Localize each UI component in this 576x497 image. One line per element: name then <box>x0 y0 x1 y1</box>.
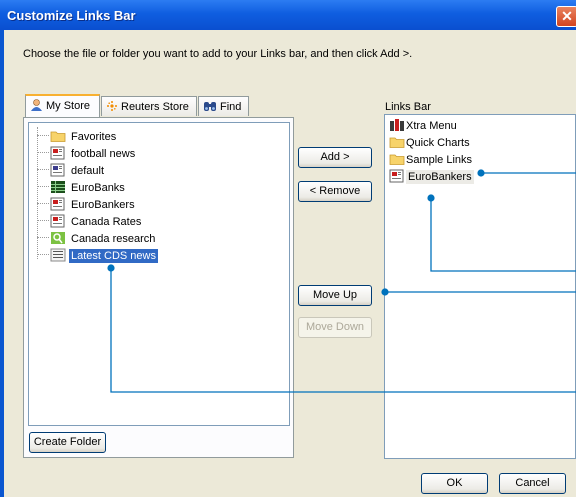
tree-item-default[interactable]: default <box>37 163 106 180</box>
person-icon <box>30 99 43 114</box>
news-icon <box>50 163 66 177</box>
tab-reuters-store[interactable]: Reuters Store <box>101 96 197 116</box>
tree-item-label: default <box>71 165 105 177</box>
tab-my-store[interactable]: My Store <box>25 94 100 117</box>
tree-item-football-news[interactable]: football news <box>37 146 137 163</box>
links-item-sample-links[interactable]: Sample Links <box>389 152 472 169</box>
window-title: Customize Links Bar <box>7 8 136 23</box>
dialog-body: Choose the file or folder you want to ad… <box>4 30 576 497</box>
links-item-eurobankers[interactable]: EuroBankers <box>389 169 474 186</box>
customize-links-bar-dialog: Customize Links Bar ✕ Choose the file or… <box>0 0 576 497</box>
news-icon <box>50 146 66 160</box>
tree-item-eurobanks[interactable]: EuroBanks <box>37 180 127 197</box>
create-folder-button[interactable]: Create Folder <box>29 432 106 453</box>
links-item-quick-charts[interactable]: Quick Charts <box>389 135 470 152</box>
tree-item-label: EuroBanks <box>71 182 125 194</box>
menu-icon <box>389 118 405 132</box>
tree-item-label: EuroBankers <box>71 199 135 211</box>
news-icon <box>50 214 66 228</box>
folder-icon <box>389 135 405 149</box>
links-bar-list[interactable]: Xtra Menu Quick Charts Sample Links Euro… <box>384 114 576 459</box>
tree-item-latest-cds-news[interactable]: Latest CDS news <box>37 248 158 265</box>
title-bar: Customize Links Bar ✕ <box>0 0 576 30</box>
research-icon <box>50 231 66 245</box>
links-item-label: EuroBankers <box>406 170 474 184</box>
tree-item-eurobankers[interactable]: EuroBankers <box>37 197 137 214</box>
news-icon <box>50 197 66 211</box>
folder-icon <box>50 129 66 143</box>
ok-button[interactable]: OK <box>421 473 488 494</box>
links-item-label: Sample Links <box>406 154 473 166</box>
links-item-label: Xtra Menu <box>406 120 457 132</box>
tree-item-label: Canada research <box>71 233 156 245</box>
store-tree[interactable]: Favorites football news default EuroBank… <box>28 122 290 426</box>
tree-item-favorites[interactable]: Favorites <box>37 129 118 146</box>
move-down-button: Move Down <box>298 317 372 338</box>
tree-item-label: football news <box>71 148 136 160</box>
tree-item-canada-research[interactable]: Canada research <box>37 231 157 248</box>
links-item-label: Quick Charts <box>406 137 470 149</box>
close-icon: ✕ <box>561 8 573 24</box>
binoculars-icon <box>203 100 217 115</box>
links-bar-label: Links Bar <box>385 101 431 113</box>
my-store-panel: Favorites football news default EuroBank… <box>23 117 294 458</box>
tab-label: Reuters Store <box>121 101 189 113</box>
close-button[interactable]: ✕ <box>556 6 576 27</box>
news-icon <box>389 169 405 183</box>
remove-button[interactable]: < Remove <box>298 181 372 202</box>
move-up-button[interactable]: Move Up <box>298 285 372 306</box>
tab-label: Find <box>220 101 242 113</box>
tree-item-label: Canada Rates <box>71 216 142 228</box>
headline-icon <box>50 248 66 262</box>
tree-item-label: Favorites <box>71 131 117 143</box>
tree-item-canada-rates[interactable]: Canada Rates <box>37 214 143 231</box>
tab-label: My Store <box>46 100 91 112</box>
reuters-icon <box>106 100 118 115</box>
folder-icon <box>389 152 405 166</box>
tab-find[interactable]: Find <box>198 96 249 116</box>
instruction-text: Choose the file or folder you want to ad… <box>23 48 413 60</box>
tree-item-label: Latest CDS news <box>69 249 158 263</box>
quote-list-icon <box>50 180 66 194</box>
add-button[interactable]: Add > <box>298 147 372 168</box>
links-item-xtra-menu[interactable]: Xtra Menu <box>389 118 457 135</box>
cancel-button[interactable]: Cancel <box>499 473 566 494</box>
